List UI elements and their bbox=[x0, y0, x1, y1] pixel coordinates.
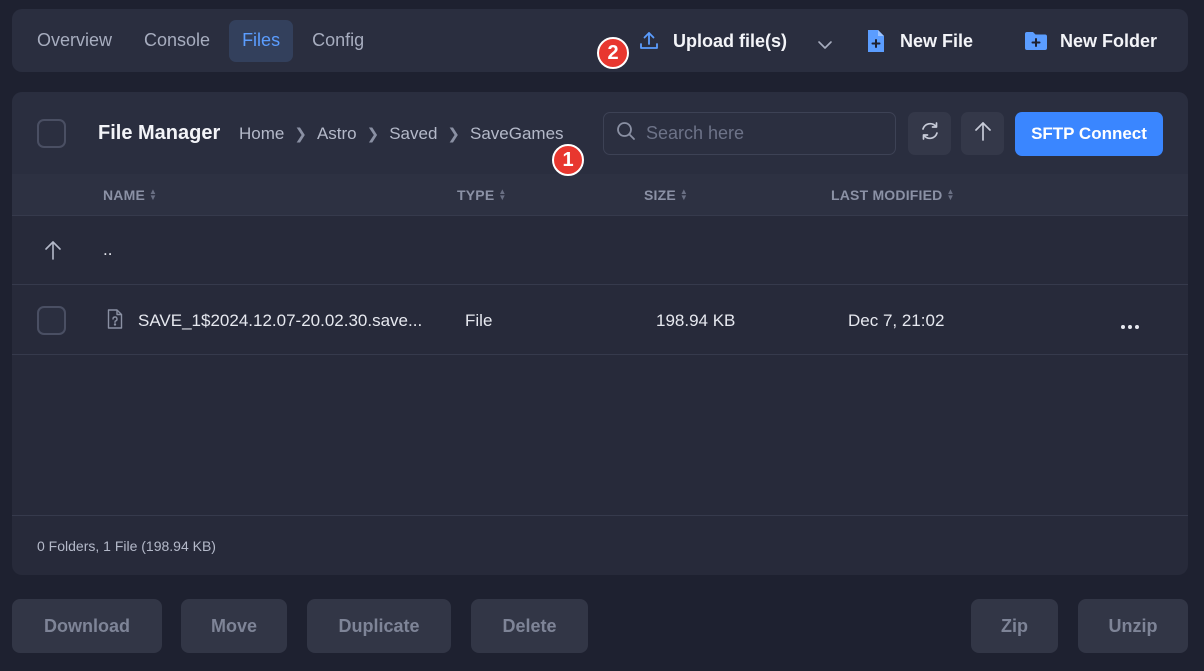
file-summary-footer: 0 Folders, 1 File (198.94 KB) bbox=[12, 515, 1188, 575]
chevron-right-icon: ❯ bbox=[366, 126, 380, 143]
search-input[interactable] bbox=[646, 123, 886, 144]
upload-files-button[interactable]: Upload file(s) bbox=[637, 27, 787, 55]
refresh-button[interactable] bbox=[908, 112, 951, 155]
column-header-type[interactable]: TYPE ▲ ▼ bbox=[457, 187, 507, 203]
duplicate-button[interactable]: Duplicate bbox=[307, 599, 451, 653]
breadcrumb-savegames[interactable]: SaveGames bbox=[470, 124, 564, 144]
breadcrumb-home[interactable]: Home bbox=[239, 124, 284, 144]
tab-console[interactable]: Console bbox=[131, 20, 223, 62]
zip-button[interactable]: Zip bbox=[971, 599, 1058, 653]
annotation-badge-2: 2 bbox=[597, 37, 629, 69]
search-box bbox=[603, 112, 896, 155]
go-up-button[interactable] bbox=[961, 112, 1004, 155]
breadcrumb-astro[interactable]: Astro bbox=[317, 124, 357, 144]
new-folder-icon bbox=[1024, 29, 1048, 53]
sort-icon: ▲ ▼ bbox=[149, 187, 158, 202]
row-checkbox[interactable] bbox=[37, 306, 66, 335]
new-file-label: New File bbox=[900, 30, 974, 51]
annotation-badge-1: 1 bbox=[552, 144, 584, 176]
upload-dropdown-chevron-icon[interactable] bbox=[817, 37, 833, 55]
unzip-button[interactable]: Unzip bbox=[1078, 599, 1188, 653]
file-size: 198.94 KB bbox=[656, 311, 736, 330]
column-name-label: NAME bbox=[103, 187, 146, 203]
parent-directory-row[interactable]: .. bbox=[12, 216, 1188, 285]
parent-directory-label: .. bbox=[103, 240, 113, 259]
file-type: File bbox=[465, 311, 493, 330]
tab-bar: Overview Console Files Config bbox=[24, 19, 377, 62]
upload-files-label: Upload file(s) bbox=[673, 30, 788, 51]
new-file-button[interactable]: New File bbox=[864, 27, 973, 55]
breadcrumb-saved[interactable]: Saved bbox=[389, 124, 437, 144]
new-folder-label: New Folder bbox=[1060, 30, 1158, 51]
more-options-icon[interactable] bbox=[1120, 317, 1140, 335]
column-modified-label: LAST MODIFIED bbox=[831, 187, 943, 203]
tab-overview[interactable]: Overview bbox=[24, 20, 125, 62]
delete-button[interactable]: Delete bbox=[471, 599, 588, 653]
breadcrumb: Home ❯ Astro ❯ Saved ❯ SaveGames bbox=[239, 124, 564, 144]
column-header-size[interactable]: SIZE ▲ ▼ bbox=[644, 187, 688, 203]
sftp-connect-button[interactable]: SFTP Connect bbox=[1015, 112, 1163, 156]
new-file-icon bbox=[864, 29, 888, 53]
tab-files[interactable]: Files bbox=[229, 19, 294, 62]
refresh-icon bbox=[919, 120, 941, 147]
column-header-modified[interactable]: LAST MODIFIED ▲ ▼ bbox=[831, 187, 955, 203]
select-all-checkbox[interactable] bbox=[37, 119, 66, 148]
chevron-right-icon: ❯ bbox=[447, 126, 460, 143]
unknown-file-icon bbox=[107, 309, 123, 334]
search-icon bbox=[616, 121, 636, 146]
file-modified: Dec 7, 21:02 bbox=[848, 311, 945, 330]
download-button[interactable]: Download bbox=[12, 599, 162, 653]
file-name[interactable]: SAVE_1$2024.12.07-20.02.30.save... bbox=[138, 311, 422, 331]
column-header-name[interactable]: NAME ▲ ▼ bbox=[103, 187, 157, 203]
table-row[interactable]: SAVE_1$2024.12.07-20.02.30.save... File … bbox=[12, 285, 1188, 355]
chevron-right-icon: ❯ bbox=[294, 126, 307, 143]
file-manager-panel: File Manager Home ❯ Astro ❯ Saved ❯ Save… bbox=[12, 92, 1188, 575]
table-header: NAME ▲ ▼ TYPE ▲ ▼ SIZE ▲ ▼ LAST MODIFIED ▲ ▼ bbox=[12, 174, 1188, 216]
upload-icon bbox=[637, 29, 661, 53]
column-size-label: SIZE bbox=[644, 187, 676, 203]
arrow-up-icon bbox=[44, 239, 62, 266]
file-summary: 0 Folders, 1 File (198.94 KB) bbox=[37, 538, 216, 554]
tab-config[interactable]: Config bbox=[299, 20, 377, 62]
file-manager-title: File Manager bbox=[98, 122, 221, 144]
arrow-up-icon bbox=[973, 120, 993, 147]
file-manager-header: File Manager Home ❯ Astro ❯ Saved ❯ Save… bbox=[12, 92, 1188, 174]
move-button[interactable]: Move bbox=[181, 599, 287, 653]
sort-icon: ▲ ▼ bbox=[946, 187, 955, 202]
sort-icon: ▲ ▼ bbox=[679, 187, 689, 202]
new-folder-button[interactable]: New Folder bbox=[1024, 27, 1157, 55]
sort-icon: ▲ ▼ bbox=[498, 187, 507, 202]
column-type-label: TYPE bbox=[457, 187, 495, 203]
